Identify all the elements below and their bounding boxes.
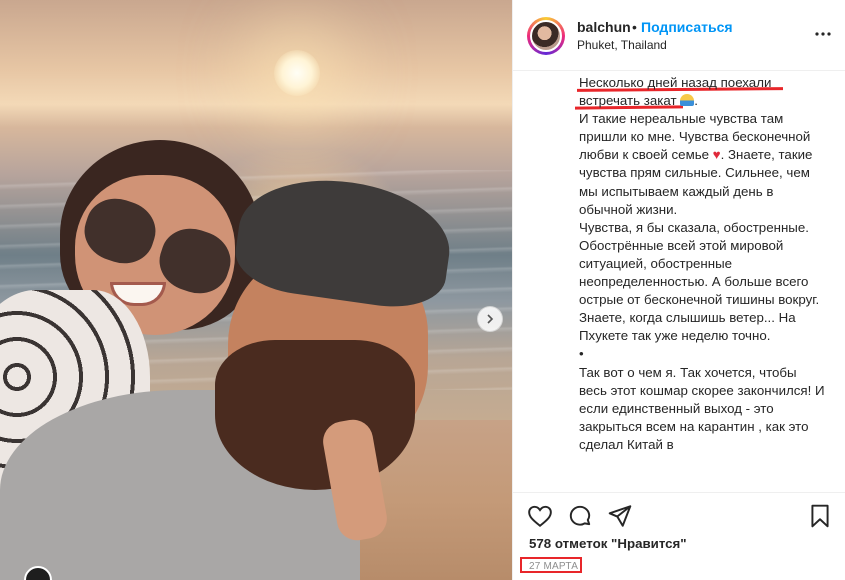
comment-icon[interactable] [567,503,593,529]
share-icon[interactable] [607,503,633,529]
caption-paragraph-3: Так вот о чем я. Так хочется, чтобы весь… [579,364,825,452]
post-actions-bar [513,492,845,539]
follow-button[interactable]: Подписаться [641,19,733,35]
post-sidebar: balchun • Подписаться Phuket, Thailand Н… [512,0,845,580]
location-link[interactable]: Phuket, Thailand [577,38,667,52]
header-separator: • [632,19,637,35]
sun [274,50,320,96]
post-photo[interactable] [0,0,512,580]
caption-line-2: встречать закат . [579,92,827,110]
caption-line-2-suffix: . [694,93,698,109]
caption-line-2-text: встречать закат [579,93,677,109]
post-caption: Несколько дней назад поехали встречать з… [579,74,827,488]
post-date[interactable]: 27 МАРТА [529,561,578,572]
caption-paragraph-2: Чувства, я бы сказала, обостренные. Обос… [579,219,820,344]
more-options-icon[interactable] [811,22,835,46]
man-beard [215,340,415,490]
avatar[interactable] [530,20,562,52]
username[interactable]: balchun [577,19,631,35]
caption-line-1: Несколько дней назад поехали [579,75,772,90]
red-heart-emoji-icon: ♥ [712,147,721,163]
next-photo-button[interactable] [477,306,503,332]
bookmark-icon[interactable] [807,503,833,529]
caption-bullet: • [579,346,584,362]
avatar-story-ring[interactable] [527,17,565,55]
chevron-right-icon [487,314,494,324]
sunset-emoji-icon [680,94,695,107]
heart-icon[interactable] [527,503,553,529]
caption-paragraph-1: И такие нереальные чувства там пришли ко… [579,110,827,219]
likes-count[interactable]: 578 отметок "Нравится" [529,536,687,551]
post-header: balchun • Подписаться Phuket, Thailand [513,0,845,71]
